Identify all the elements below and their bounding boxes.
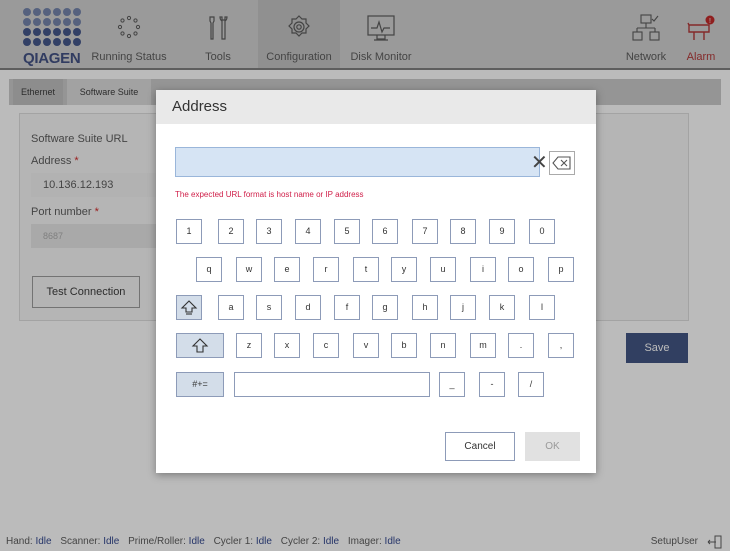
error-message: The expected URL format is host name or … bbox=[175, 190, 364, 199]
key-p[interactable]: p bbox=[548, 257, 574, 282]
backspace-button[interactable] bbox=[549, 151, 575, 175]
symbols-key[interactable]: #+= bbox=[176, 372, 224, 397]
space-key[interactable] bbox=[234, 372, 430, 397]
key-x[interactable]: x bbox=[274, 333, 300, 358]
key-4[interactable]: 4 bbox=[295, 219, 321, 244]
key-n[interactable]: n bbox=[430, 333, 456, 358]
key-hyphen[interactable]: - bbox=[479, 372, 505, 397]
key-6[interactable]: 6 bbox=[372, 219, 398, 244]
key-7[interactable]: 7 bbox=[412, 219, 438, 244]
key-1[interactable]: 1 bbox=[176, 219, 202, 244]
key-r[interactable]: r bbox=[313, 257, 339, 282]
key-y[interactable]: y bbox=[391, 257, 417, 282]
key-j[interactable]: j bbox=[450, 295, 476, 320]
key-m[interactable]: m bbox=[470, 333, 496, 358]
key-g[interactable]: g bbox=[372, 295, 398, 320]
key-s[interactable]: s bbox=[256, 295, 282, 320]
key-5[interactable]: 5 bbox=[334, 219, 360, 244]
key-underscore[interactable]: _ bbox=[439, 372, 465, 397]
key-z[interactable]: z bbox=[236, 333, 262, 358]
shift-outline-icon bbox=[191, 338, 209, 353]
key-e[interactable]: e bbox=[274, 257, 300, 282]
dialog-title: Address bbox=[156, 90, 596, 124]
address-input[interactable]: ✕ bbox=[175, 147, 548, 177]
key-a[interactable]: a bbox=[218, 295, 244, 320]
key-2[interactable]: 2 bbox=[218, 219, 244, 244]
ok-button[interactable]: OK bbox=[525, 432, 580, 461]
key-i[interactable]: i bbox=[470, 257, 496, 282]
key-u[interactable]: u bbox=[430, 257, 456, 282]
backspace-icon bbox=[552, 156, 571, 170]
address-dialog: Address ✕ The expected URL format is hos… bbox=[156, 90, 596, 473]
key-d[interactable]: d bbox=[295, 295, 321, 320]
key-comma[interactable]: , bbox=[548, 333, 574, 358]
clear-icon[interactable]: ✕ bbox=[531, 153, 548, 173]
key-8[interactable]: 8 bbox=[450, 219, 476, 244]
key-3[interactable]: 3 bbox=[256, 219, 282, 244]
key-c[interactable]: c bbox=[313, 333, 339, 358]
key-slash[interactable]: / bbox=[518, 372, 544, 397]
cancel-button[interactable]: Cancel bbox=[445, 432, 515, 461]
key-period[interactable]: . bbox=[508, 333, 534, 358]
key-t[interactable]: t bbox=[353, 257, 379, 282]
key-q[interactable]: q bbox=[196, 257, 222, 282]
key-h[interactable]: h bbox=[412, 295, 438, 320]
key-9[interactable]: 9 bbox=[489, 219, 515, 244]
caps-shift-key[interactable] bbox=[176, 333, 224, 358]
key-k[interactable]: k bbox=[489, 295, 515, 320]
key-b[interactable]: b bbox=[391, 333, 417, 358]
key-0[interactable]: 0 bbox=[529, 219, 555, 244]
key-o[interactable]: o bbox=[508, 257, 534, 282]
key-f[interactable]: f bbox=[334, 295, 360, 320]
key-l[interactable]: l bbox=[529, 295, 555, 320]
key-v[interactable]: v bbox=[353, 333, 379, 358]
shift-icon bbox=[180, 300, 198, 315]
key-w[interactable]: w bbox=[236, 257, 262, 282]
shift-key[interactable] bbox=[176, 295, 202, 320]
